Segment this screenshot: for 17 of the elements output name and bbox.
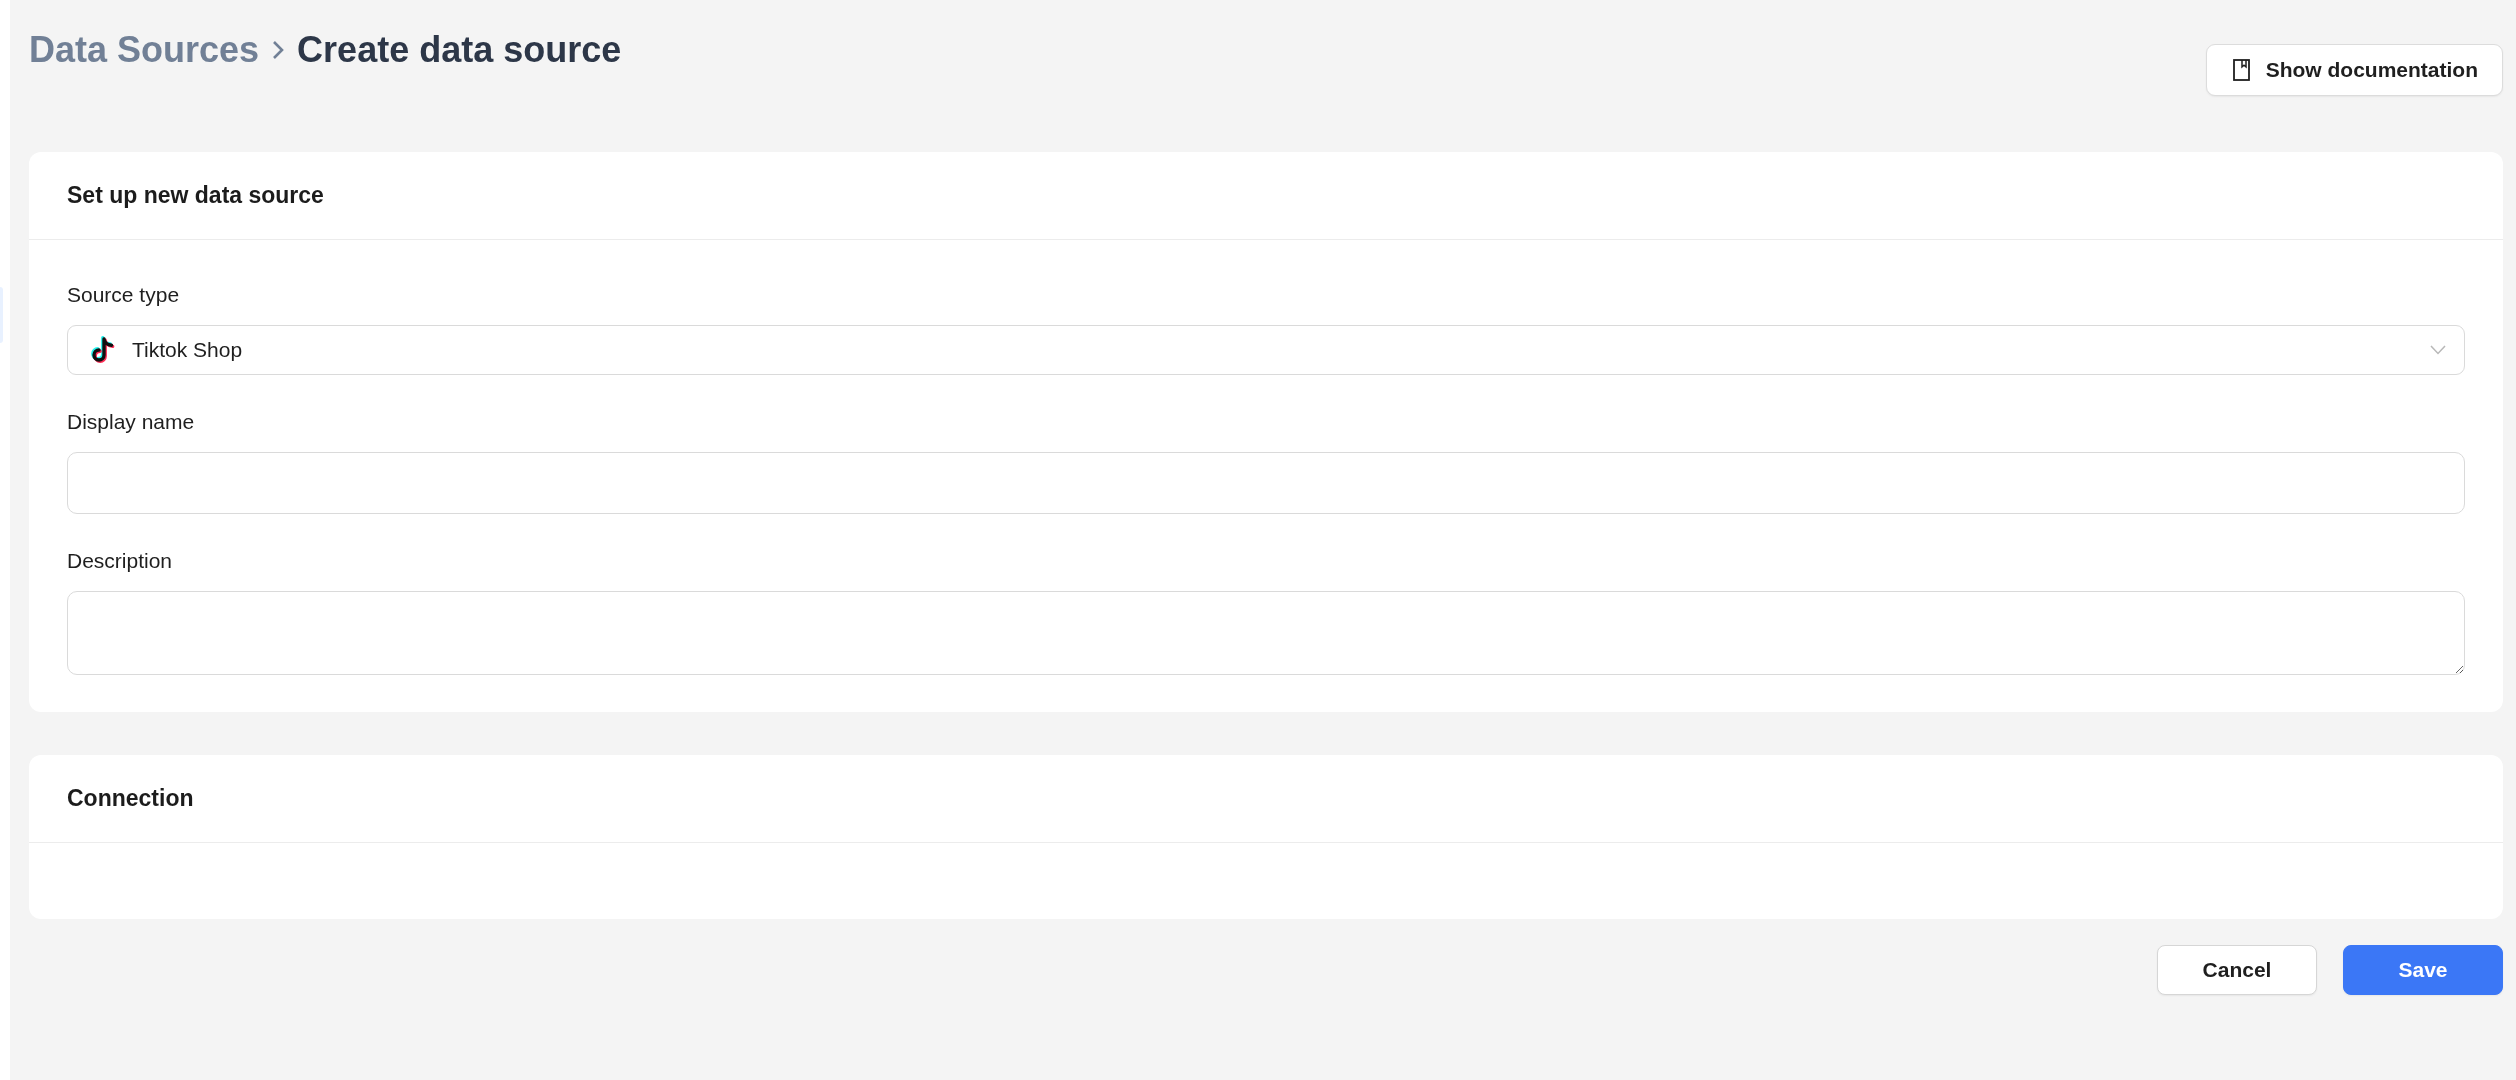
- chevron-down-icon: [2430, 345, 2446, 355]
- text-input-field[interactable]: [67, 452, 2465, 514]
- field-label: Description: [67, 548, 173, 574]
- select-field[interactable]: Tiktok Shop: [67, 325, 2465, 375]
- page-title: Create data source: [297, 28, 622, 72]
- save-button[interactable]: Save: [2343, 945, 2503, 995]
- music-note-icon: [90, 336, 116, 364]
- book-icon: [2232, 59, 2250, 81]
- show-documentation-button[interactable]: Show documentation: [2205, 44, 2503, 96]
- card-title: Set up new data source: [67, 182, 324, 209]
- breadcrumb-link[interactable]: Data Sources: [29, 28, 260, 72]
- textarea-field[interactable]: [67, 591, 2465, 675]
- field-label: Display name: [67, 409, 195, 435]
- chevron-right-icon: [272, 40, 285, 60]
- card-title: Connection: [67, 785, 194, 812]
- cancel-button[interactable]: Cancel: [2157, 945, 2317, 995]
- field-label: Source type: [67, 282, 180, 308]
